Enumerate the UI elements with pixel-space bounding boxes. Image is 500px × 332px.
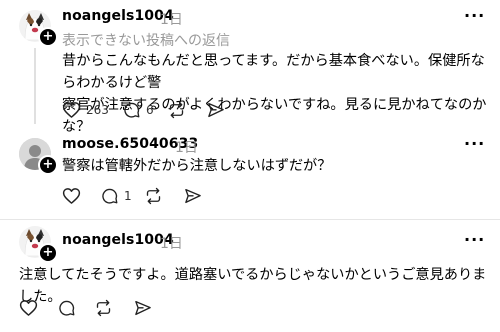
share-icon bbox=[135, 300, 151, 316]
like-button[interactable]: 263 bbox=[62, 101, 109, 119]
share-icon bbox=[185, 188, 201, 204]
repost-icon bbox=[146, 187, 161, 205]
reply-button[interactable]: 6 bbox=[123, 101, 154, 119]
comment-icon bbox=[124, 102, 140, 118]
like-button[interactable] bbox=[62, 187, 81, 205]
like-button[interactable] bbox=[19, 299, 38, 317]
post-text-line: 注意してたそうですよ。道路塞いでるからじゃないかというご意見ありました。 bbox=[19, 267, 487, 305]
share-button[interactable] bbox=[134, 299, 152, 317]
thread-line bbox=[34, 48, 36, 124]
more-icon[interactable]: ··· bbox=[464, 230, 485, 249]
comment-icon bbox=[59, 300, 75, 316]
repost-button[interactable] bbox=[167, 101, 186, 119]
post-time[interactable]: 1日 bbox=[160, 9, 183, 29]
post-text-line: 昔からこんなもんだと思ってます。だから基本食べない。保健所ならわかるけど警 bbox=[62, 53, 485, 91]
reply-count: 6 bbox=[146, 103, 154, 117]
reply-context-note[interactable]: 表示できない投稿への返信 bbox=[62, 30, 230, 50]
share-icon bbox=[208, 102, 224, 118]
repost-button[interactable] bbox=[94, 299, 113, 317]
reply-count: 1 bbox=[124, 189, 132, 203]
username[interactable]: noangels1004 bbox=[62, 8, 174, 24]
divider bbox=[0, 219, 500, 220]
post-text: 注意してたそうですよ。道路塞いでるからじゃないかというご意見ありました。 bbox=[19, 264, 494, 308]
follow-plus-icon[interactable]: + bbox=[38, 155, 58, 175]
follow-plus-icon[interactable]: + bbox=[38, 27, 58, 47]
heart-icon bbox=[19, 300, 38, 316]
heart-icon bbox=[62, 188, 81, 204]
repost-icon bbox=[169, 101, 184, 119]
username[interactable]: noangels1004 bbox=[62, 232, 174, 248]
heart-icon bbox=[62, 102, 81, 118]
follow-plus-icon[interactable]: + bbox=[38, 243, 58, 263]
reply-button[interactable]: 1 bbox=[101, 187, 132, 205]
post-text-line: 警察は管轄外だから注意しないはずだが？ bbox=[62, 158, 332, 174]
comment-icon bbox=[102, 188, 118, 204]
post-text: 警察は管轄外だから注意しないはずだが？ bbox=[62, 155, 494, 177]
more-icon[interactable]: ··· bbox=[464, 6, 485, 25]
share-button[interactable] bbox=[207, 101, 225, 119]
post-text: 昔からこんなもんだと思ってます。だから基本食べない。保健所ならわかるけど警 察官… bbox=[62, 50, 494, 138]
reply-button[interactable] bbox=[58, 299, 76, 317]
post-time[interactable]: 1日 bbox=[160, 233, 183, 253]
share-button[interactable] bbox=[184, 187, 202, 205]
repost-icon bbox=[96, 299, 111, 317]
more-icon[interactable]: ··· bbox=[464, 134, 485, 153]
repost-button[interactable] bbox=[144, 187, 163, 205]
like-count: 263 bbox=[86, 103, 109, 117]
post-time[interactable]: 1日 bbox=[175, 137, 198, 157]
